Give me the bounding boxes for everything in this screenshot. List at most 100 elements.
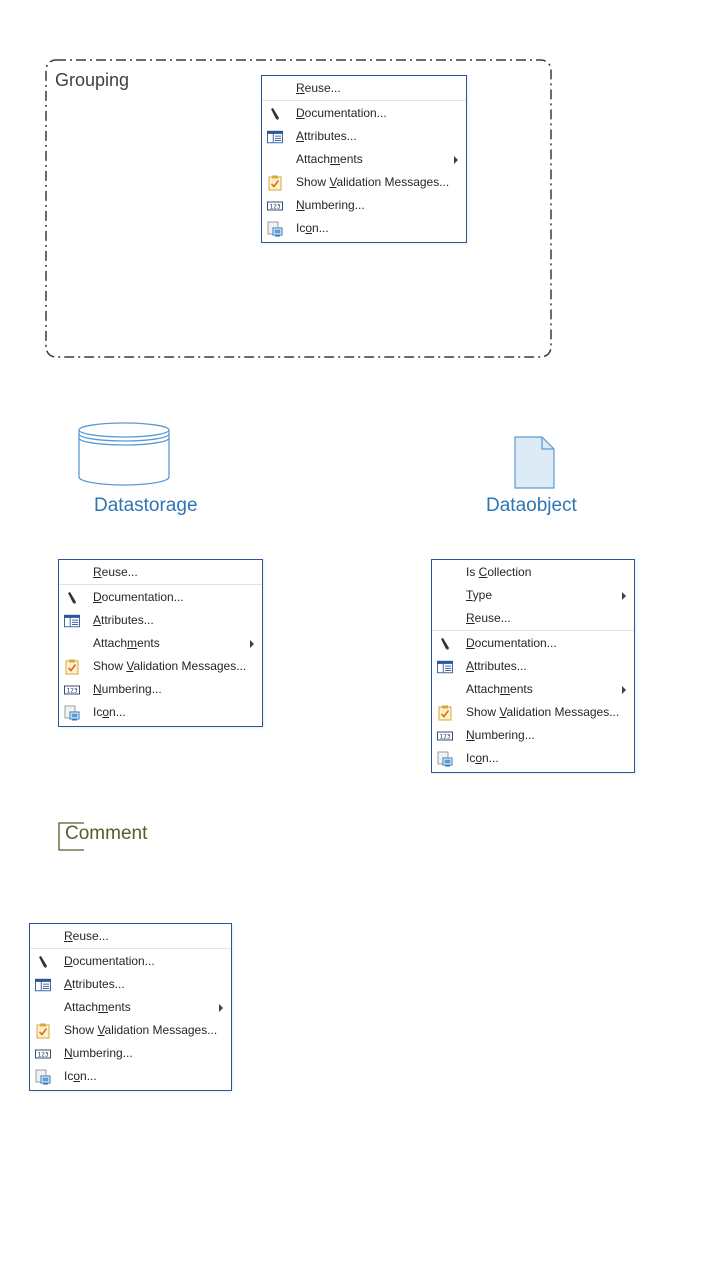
pencil-icon [35, 954, 51, 970]
menu-item-reuse[interactable]: Reuse... [262, 77, 466, 100]
validation-clipboard-icon [64, 659, 80, 675]
menu-separator [59, 584, 262, 585]
menu-item-numbering[interactable]: 123 Numbering... [262, 194, 466, 217]
menu-item-documentation[interactable]: Documentation... [262, 102, 466, 125]
menu-item-attachments[interactable]: Attachments [432, 678, 634, 701]
menu-item-show-validation-messages[interactable]: Show Validation Messages... [30, 1019, 231, 1042]
icon-image-icon [267, 221, 283, 237]
attributes-table-icon [64, 613, 80, 629]
datastorage-shape[interactable] [77, 421, 171, 489]
menu-item-show-validation-messages[interactable]: Show Validation Messages... [59, 655, 262, 678]
menu-item-attachments[interactable]: Attachments [262, 148, 466, 171]
dataobject-shape[interactable] [514, 436, 556, 490]
pencil-icon [437, 636, 453, 652]
validation-clipboard-icon [267, 175, 283, 191]
menu-item-icon[interactable]: Icon... [59, 701, 262, 724]
svg-text:123: 123 [37, 1051, 48, 1058]
menu-item-icon[interactable]: Icon... [262, 217, 466, 240]
validation-clipboard-icon [35, 1023, 51, 1039]
menu-item-attachments[interactable]: Attachments [59, 632, 262, 655]
menu-item-label: Attributes... [296, 129, 357, 143]
menu-item-label: Documentation... [466, 636, 557, 650]
menu-item-attachments[interactable]: Attachments [30, 996, 231, 1019]
svg-text:123: 123 [269, 203, 280, 210]
menu-item-numbering[interactable]: 123 Numbering... [432, 724, 634, 747]
numbering-123-icon: 123 [267, 198, 283, 214]
attributes-table-icon [267, 129, 283, 145]
menu-item-attributes[interactable]: Attributes... [59, 609, 262, 632]
menu-item-reuse[interactable]: Reuse... [59, 561, 262, 584]
menu-item-documentation[interactable]: Documentation... [30, 950, 231, 973]
menu-item-label: Documentation... [296, 106, 387, 120]
menu-item-icon[interactable]: Icon... [30, 1065, 231, 1088]
datastorage-context-menu: Reuse... Documentation... Attributes... Att… [58, 559, 263, 727]
menu-item-label: Documentation... [64, 954, 155, 968]
menu-item-label: Documentation... [93, 590, 184, 604]
icon-image-icon [64, 705, 80, 721]
validation-clipboard-icon [437, 705, 453, 721]
menu-item-label: Reuse... [64, 929, 109, 943]
dataobject-context-menu: Is Collection Type Reuse... Documentation..… [431, 559, 635, 773]
menu-item-is-collection[interactable]: Is Collection [432, 561, 634, 584]
menu-separator [262, 100, 466, 101]
menu-item-label: Reuse... [296, 81, 341, 95]
comment-label[interactable]: Comment [65, 823, 147, 845]
svg-text:123: 123 [439, 733, 450, 740]
icon-image-icon [437, 751, 453, 767]
menu-item-attributes[interactable]: Attributes... [262, 125, 466, 148]
menu-separator [30, 948, 231, 949]
pencil-icon [64, 590, 80, 606]
menu-item-label: Attachments [296, 152, 363, 166]
menu-item-label: Numbering... [466, 728, 535, 742]
menu-item-label: Attributes... [93, 613, 154, 627]
attributes-table-icon [437, 659, 453, 675]
menu-item-label: Show Validation Messages... [93, 659, 247, 673]
menu-item-attributes[interactable]: Attributes... [30, 973, 231, 996]
menu-separator [432, 630, 634, 631]
comment-context-menu: Reuse... Documentation... Attributes... Att… [29, 923, 232, 1091]
submenu-arrow-icon [622, 592, 626, 600]
menu-item-label: Attachments [466, 682, 533, 696]
submenu-arrow-icon [622, 686, 626, 694]
menu-item-label: Reuse... [466, 611, 511, 625]
grouping-context-menu: Reuse... Documentation... Attributes... Att… [261, 75, 467, 243]
menu-item-label: Show Validation Messages... [296, 175, 450, 189]
menu-item-label: Attributes... [466, 659, 527, 673]
menu-item-label: Numbering... [64, 1046, 133, 1060]
grouping-label: Grouping [55, 70, 130, 90]
menu-item-label: Numbering... [93, 682, 162, 696]
menu-item-documentation[interactable]: Documentation... [59, 586, 262, 609]
menu-item-show-validation-messages[interactable]: Show Validation Messages... [432, 701, 634, 724]
menu-item-numbering[interactable]: 123 Numbering... [30, 1042, 231, 1065]
numbering-123-icon: 123 [437, 728, 453, 744]
dataobject-label: Dataobject [486, 495, 577, 516]
submenu-arrow-icon [250, 640, 254, 648]
menu-item-show-validation-messages[interactable]: Show Validation Messages... [262, 171, 466, 194]
menu-item-label: Icon... [93, 705, 126, 719]
menu-item-label: Icon... [296, 221, 329, 235]
menu-item-label: Numbering... [296, 198, 365, 212]
menu-item-documentation[interactable]: Documentation... [432, 632, 634, 655]
menu-item-label: Attachments [64, 1000, 131, 1014]
submenu-arrow-icon [454, 156, 458, 164]
submenu-arrow-icon [219, 1004, 223, 1012]
menu-item-label: Show Validation Messages... [64, 1023, 218, 1037]
menu-item-label: Show Validation Messages... [466, 705, 620, 719]
menu-item-reuse[interactable]: Reuse... [432, 607, 634, 630]
attributes-table-icon [35, 977, 51, 993]
menu-item-reuse[interactable]: Reuse... [30, 925, 231, 948]
svg-text:123: 123 [66, 687, 77, 694]
menu-item-label: Is Collection [466, 565, 532, 579]
icon-image-icon [35, 1069, 51, 1085]
menu-item-label: Type [466, 588, 493, 602]
menu-item-label: Icon... [466, 751, 499, 765]
menu-item-label: Attachments [93, 636, 160, 650]
numbering-123-icon: 123 [64, 682, 80, 698]
menu-item-icon[interactable]: Icon... [432, 747, 634, 770]
numbering-123-icon: 123 [35, 1046, 51, 1062]
menu-item-type[interactable]: Type [432, 584, 634, 607]
menu-item-label: Reuse... [93, 565, 138, 579]
menu-item-numbering[interactable]: 123 Numbering... [59, 678, 262, 701]
pencil-icon [267, 106, 283, 122]
menu-item-attributes[interactable]: Attributes... [432, 655, 634, 678]
